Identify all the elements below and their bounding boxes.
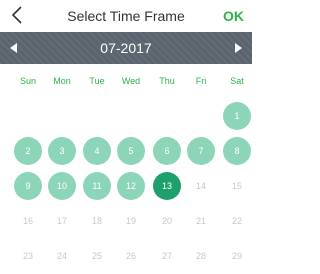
day-number: 24 <box>56 251 67 261</box>
month-navigation-bar: 07-2017 <box>0 32 252 64</box>
day-number[interactable]: 1 <box>223 102 251 130</box>
page-title: Select Time Frame <box>67 8 185 24</box>
triangle-right-icon[interactable] <box>231 41 245 55</box>
day-cell[interactable]: 10 <box>44 168 80 204</box>
day-number[interactable]: 3 <box>48 137 76 165</box>
weekday-header-row: Sun Mon Tue Wed Thu Fri Sat <box>0 76 252 96</box>
day-cell: 14 <box>183 168 219 204</box>
day-number[interactable]: 10 <box>48 172 76 200</box>
day-number[interactable]: 11 <box>83 172 111 200</box>
day-number: 28 <box>195 251 206 261</box>
day-number[interactable]: 5 <box>117 137 145 165</box>
day-number[interactable]: 4 <box>83 137 111 165</box>
weekday-wed: Wed <box>121 76 141 86</box>
day-number: 23 <box>22 251 33 261</box>
day-number: 27 <box>161 251 172 261</box>
day-number[interactable]: 7 <box>187 137 215 165</box>
weekday-tue: Tue <box>89 76 105 86</box>
day-cell: 17 <box>44 203 80 239</box>
day-cell: 25 <box>79 238 115 274</box>
month-label: 07-2017 <box>100 40 152 56</box>
day-cell: 15 <box>219 168 255 204</box>
day-cell[interactable]: 4 <box>79 133 115 169</box>
day-cell: 24 <box>44 238 80 274</box>
day-cell[interactable]: 2 <box>10 133 46 169</box>
day-number[interactable]: 8 <box>223 137 251 165</box>
day-cell: 19 <box>113 203 149 239</box>
day-cell: 23 <box>10 238 46 274</box>
day-cell: 26 <box>113 238 149 274</box>
ok-button[interactable]: OK <box>223 0 244 32</box>
day-number: 26 <box>125 251 136 261</box>
day-cell: 18 <box>79 203 115 239</box>
weekday-sun: Sun <box>19 76 36 86</box>
selected-day[interactable]: 13 <box>153 172 181 200</box>
day-cell[interactable]: 9 <box>10 168 46 204</box>
day-cell[interactable]: 7 <box>183 133 219 169</box>
day-number: 18 <box>91 216 102 226</box>
day-number[interactable]: 2 <box>14 137 42 165</box>
day-number[interactable]: 6 <box>153 137 181 165</box>
day-cell[interactable]: 8 <box>219 133 255 169</box>
top-bar: Select Time Frame OK <box>0 0 252 32</box>
day-number: 21 <box>195 216 206 226</box>
weekday-mon: Mon <box>53 76 71 86</box>
weekday-thu: Thu <box>159 76 175 86</box>
day-cell: 29 <box>219 238 255 274</box>
day-number: 29 <box>231 251 242 261</box>
day-number: 20 <box>161 216 172 226</box>
weekday-sat: Sat <box>230 76 244 86</box>
triangle-left-icon[interactable] <box>7 41 21 55</box>
day-number: 16 <box>22 216 33 226</box>
day-cell[interactable]: 1 <box>219 98 255 134</box>
day-cell: 20 <box>149 203 185 239</box>
day-cell: 28 <box>183 238 219 274</box>
day-number: 22 <box>231 216 242 226</box>
day-cell: 21 <box>183 203 219 239</box>
day-number: 17 <box>56 216 67 226</box>
day-cell[interactable]: 11 <box>79 168 115 204</box>
day-number: 19 <box>125 216 136 226</box>
chevron-left-icon[interactable] <box>6 3 28 27</box>
day-cell[interactable]: 12 <box>113 168 149 204</box>
day-cell[interactable]: 3 <box>44 133 80 169</box>
day-number: 15 <box>231 181 242 191</box>
day-cell: 27 <box>149 238 185 274</box>
day-number: 25 <box>91 251 102 261</box>
day-cell: 16 <box>10 203 46 239</box>
day-cell[interactable]: 5 <box>113 133 149 169</box>
day-number: 14 <box>195 181 206 191</box>
day-number[interactable]: 12 <box>117 172 145 200</box>
day-number[interactable]: 9 <box>14 172 42 200</box>
day-cell: 22 <box>219 203 255 239</box>
day-cell[interactable]: 6 <box>149 133 185 169</box>
day-cell[interactable]: 13 <box>149 168 185 204</box>
weekday-fri: Fri <box>195 76 207 86</box>
